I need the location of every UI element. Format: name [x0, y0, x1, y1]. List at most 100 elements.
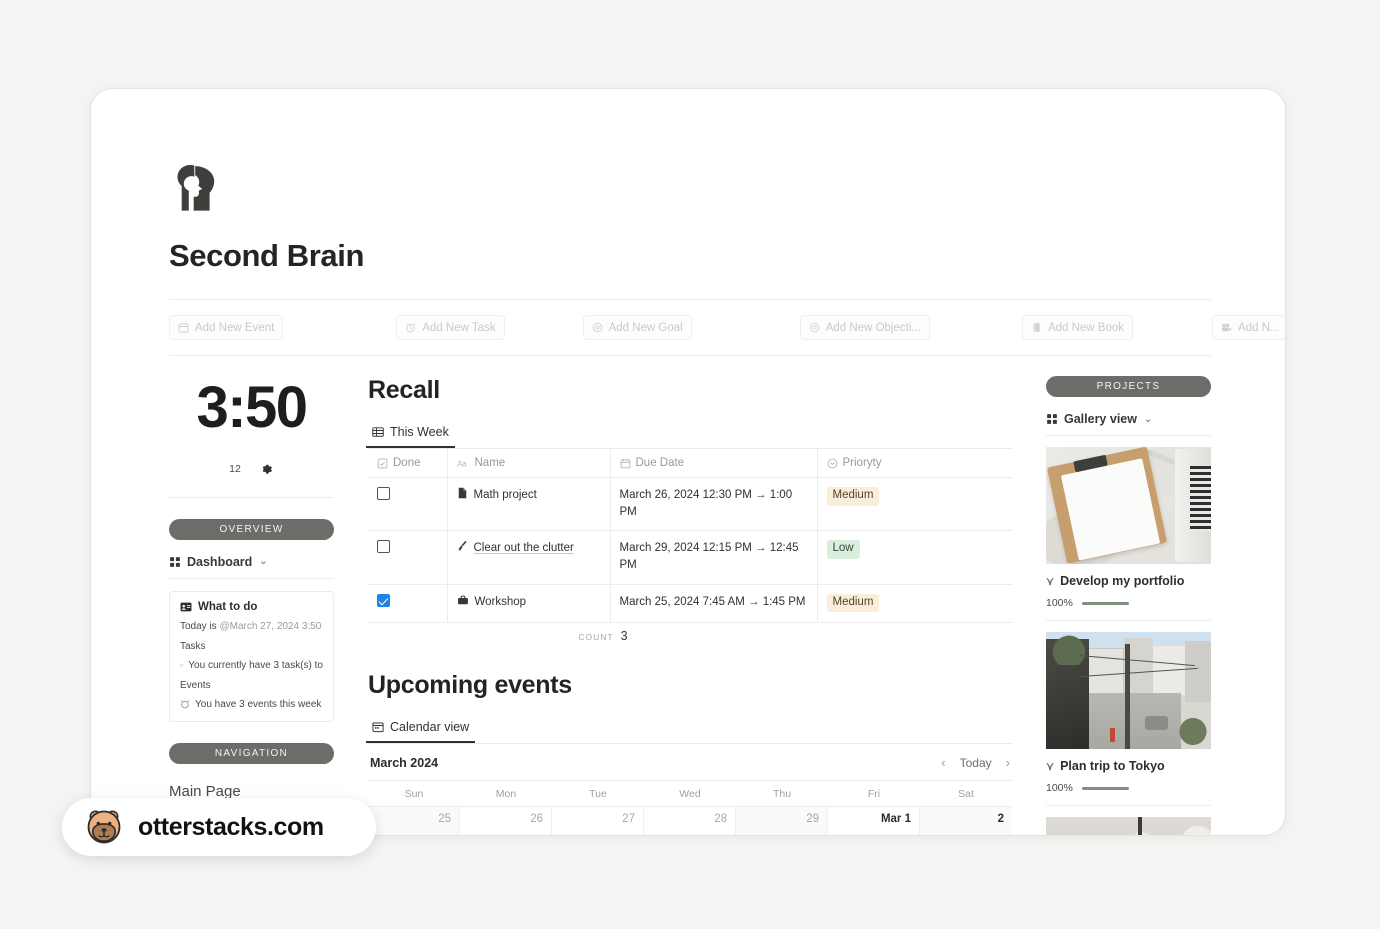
checkbox-icon — [377, 458, 388, 468]
cell-priority[interactable]: Medium — [817, 477, 1012, 532]
today-button[interactable]: Today — [960, 756, 992, 770]
calendar-day-cell[interactable]: 26 — [460, 807, 552, 835]
weekday-label: Fri — [867, 788, 881, 801]
cell-priority[interactable]: Medium — [817, 584, 1012, 624]
cell-due-date[interactable]: March 29, 2024 12:15 PM → 12:45 PM — [610, 530, 818, 585]
clock-controls: 12 — [169, 463, 334, 476]
calendar-icon — [178, 323, 189, 333]
row-checkbox[interactable] — [377, 487, 390, 500]
add-new-goal-button[interactable]: Add New Goal — [582, 315, 692, 340]
tab-calendar-view[interactable]: Calendar view — [366, 720, 476, 744]
project-card-title: Plan trip to Tokyo — [1060, 759, 1165, 773]
column-header-name[interactable]: Aa Name — [447, 449, 611, 478]
quick-add-row: Add New Event Add New Task Add New Goal … — [169, 300, 1285, 356]
calendar-day-cell[interactable]: Mar 1 — [828, 807, 920, 835]
add-new-task-button[interactable]: Add New Task — [396, 315, 505, 340]
clock-divider — [169, 496, 334, 498]
chevron-down-icon: ⌄ — [259, 556, 268, 568]
add-new-movie-button[interactable]: Add N... — [1212, 315, 1285, 340]
otter-face-icon — [87, 810, 121, 844]
today-prefix: Today is — [180, 620, 220, 632]
add-new-objective-button[interactable]: Add New Objecti... — [799, 315, 930, 340]
count-label: COUNT — [578, 632, 614, 643]
cell-name[interactable]: Clear out the clutter — [447, 530, 611, 585]
project-progress: 100% — [1046, 597, 1211, 609]
broom-icon — [458, 541, 467, 552]
grid-icon — [170, 556, 180, 567]
today-date-mention[interactable]: @March 27, 2024 3:50 P — [219, 621, 323, 632]
cell-done[interactable] — [368, 530, 448, 585]
upcoming-events-heading: Upcoming events — [368, 671, 572, 700]
table-row[interactable]: Workshop March 25, 2024 7:45 AM → 1:45 P… — [368, 584, 1012, 624]
id-card-icon — [180, 602, 192, 612]
table-icon — [372, 427, 384, 437]
column-label-prioryty: Prioryty — [842, 457, 882, 469]
cell-name[interactable]: Workshop — [447, 584, 611, 624]
table-count-row[interactable]: COUNT 3 — [368, 623, 838, 643]
calendar-icon — [372, 722, 384, 733]
add-new-event-label: Add New Event — [195, 321, 275, 334]
project-card[interactable]: ⋎ Develop my portfolio 100% — [1046, 436, 1211, 621]
select-circle-icon — [827, 458, 837, 468]
events-bullet-text: You have 3 events this week — [195, 698, 322, 710]
calendar-nav: ‹ Today › — [941, 755, 1010, 770]
table-row[interactable]: Clear out the clutter March 29, 2024 12:… — [368, 530, 1012, 585]
screenshot-stage: Second Brain Add New Event Add New Task … — [0, 0, 1380, 929]
calendar-day-cell[interactable]: 28 — [644, 807, 736, 835]
calendar-day-cell[interactable]: 27 — [552, 807, 644, 835]
project-card[interactable]: ⋎ Plan trip to Tokyo 100% — [1046, 621, 1211, 806]
tab-calendar-view-label: Calendar view — [390, 720, 470, 735]
cell-name[interactable]: Math project — [447, 477, 611, 532]
calendar-day-cell[interactable]: 29 — [736, 807, 828, 835]
add-new-event-button[interactable]: Add New Event — [169, 315, 284, 340]
notion-page: Second Brain Add New Event Add New Task … — [91, 89, 1285, 835]
watermark-badge: otterstacks.com — [62, 798, 376, 856]
cell-done[interactable] — [368, 477, 448, 532]
add-new-book-button[interactable]: Add New Book — [1021, 315, 1134, 340]
column-header-priority[interactable]: Prioryty — [817, 449, 1012, 478]
add-new-task-label: Add New Task — [422, 321, 496, 334]
what-to-do-title-row: What to do — [180, 601, 323, 613]
column-header-done[interactable]: Done — [368, 449, 448, 478]
calendar-month-label: March 2024 — [370, 755, 439, 770]
project-progress-value: 100% — [1046, 597, 1073, 609]
cell-due-date[interactable]: March 25, 2024 7:45 AM → 1:45 PM — [610, 584, 818, 624]
briefcase-icon — [457, 595, 468, 604]
left-column: 3:50 12 OVERVIEW Dashboard ⌄ What to do … — [169, 356, 334, 835]
column-header-due-date[interactable]: Due Date — [610, 449, 818, 478]
row-checkbox[interactable] — [377, 593, 390, 607]
gallery-view-selector[interactable]: Gallery view ⌄ — [1046, 412, 1211, 436]
status-badge: Medium — [826, 487, 880, 506]
tasks-bullet: You currently have 3 task(s) to — [180, 660, 323, 671]
weekday-label: Sat — [958, 788, 974, 801]
column-label-priority: Due Date — [635, 457, 685, 469]
navigation-pill: NAVIGATION — [169, 742, 334, 764]
add-new-goal-label: Add New Goal — [608, 321, 683, 334]
recall-tabs: This Week — [366, 425, 1012, 449]
cell-due-date[interactable]: March 26, 2024 12:30 PM → 1:00 PM — [610, 477, 818, 532]
column-label-done: Done — [393, 457, 421, 469]
watermark-text: otterstacks.com — [138, 812, 324, 841]
tasks-bullet-text: You currently have 3 task(s) to — [188, 659, 323, 671]
tokyo-street-photo — [1046, 632, 1211, 749]
weekday-label: Mon — [495, 788, 517, 801]
count-value: 3 — [620, 629, 628, 644]
what-to-do-card[interactable]: What to do Today is @March 27, 2024 3:50… — [169, 590, 334, 722]
gear-icon[interactable] — [261, 463, 274, 476]
cell-priority[interactable]: Low — [817, 530, 1012, 585]
tab-this-week[interactable]: This Week — [366, 425, 455, 448]
calendar-day-cell[interactable]: 2 — [920, 807, 1012, 835]
dashboard-view-label: Dashboard — [187, 554, 253, 569]
table-header-row: Done Aa Name Due Date Prioryty — [368, 449, 1012, 478]
weekday-label: Tue — [589, 788, 607, 801]
calendar-day-cell[interactable]: 25 — [368, 807, 460, 835]
table-row[interactable]: Math project March 26, 2024 12:30 PM → 1… — [368, 477, 1012, 532]
row-checkbox[interactable] — [377, 540, 390, 554]
clock-count: 12 — [229, 463, 241, 476]
dashboard-view-selector[interactable]: Dashboard ⌄ — [169, 555, 334, 579]
chevron-right-icon[interactable]: › — [1006, 755, 1010, 770]
upcoming-tabs: Calendar view — [366, 720, 1012, 745]
cell-done[interactable] — [368, 584, 448, 624]
chevron-left-icon[interactable]: ‹ — [941, 755, 945, 770]
project-card[interactable] — [1046, 806, 1211, 835]
